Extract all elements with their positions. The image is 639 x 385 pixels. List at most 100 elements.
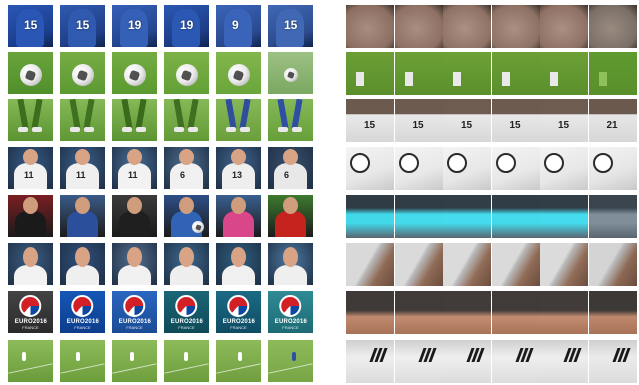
boot (278, 127, 288, 132)
left-tile-r6-c6 (268, 243, 313, 285)
left-tile-r1-c6: 15 (268, 5, 313, 47)
player-shirt (275, 211, 306, 237)
right-tile-r2-c1 (346, 52, 394, 95)
sock-stripe (404, 72, 413, 86)
right-tile-r3-c2: 15 (394, 99, 443, 142)
player-leg (291, 99, 303, 130)
left-tile-r3-c1 (8, 99, 53, 141)
crest-icon (398, 153, 419, 173)
boot (292, 127, 302, 132)
right-tile-r7-c6 (588, 291, 637, 334)
right-tile-r6-c5 (540, 243, 588, 286)
player-leg (187, 99, 199, 130)
player-leg (83, 99, 95, 130)
boot (18, 127, 28, 132)
left-tile-r4-c6: 6 (268, 147, 313, 189)
right-tile-r5-c5 (540, 195, 588, 238)
player-head (179, 197, 194, 214)
kit-number: 11 (24, 170, 34, 180)
football (19, 64, 42, 86)
logo-subtext: FRANCE (22, 325, 39, 331)
right-tile-r4-c3 (443, 147, 491, 190)
boot (174, 127, 184, 132)
left-tile-r2-c2 (60, 52, 105, 94)
player-leg (277, 99, 289, 130)
left-tile-r7-c4: EURO2016 FRANCE (164, 291, 209, 333)
logo-emblem-icon (19, 295, 42, 318)
player-head (127, 247, 142, 267)
pitch-line (216, 363, 261, 374)
kit-number: 11 (128, 170, 138, 180)
left-tile-r8-c6 (268, 340, 313, 382)
player-leg (173, 99, 185, 130)
right-tile-r3-c1: 15 (346, 99, 394, 142)
logo-emblem-icon (123, 295, 146, 318)
boot (188, 127, 198, 132)
player-head (127, 197, 142, 214)
right-tile-r1-c5 (540, 5, 588, 48)
left-tile-r5-c4 (164, 195, 209, 237)
left-tile-r1-c5: 9 (216, 5, 261, 47)
kit-number: 15 (24, 18, 38, 32)
right-tile-r8-c4 (491, 340, 540, 383)
player-head (231, 149, 246, 165)
kit-number: 6 (180, 170, 186, 180)
right-tile-r7-c3 (443, 291, 491, 334)
logo-subtext: FRANCE (74, 325, 91, 331)
player-shirt (67, 211, 98, 237)
pitch-line (164, 363, 209, 374)
player-head (283, 197, 298, 214)
right-tile-r1-c4 (491, 5, 540, 48)
right-tile-r5-c6 (588, 195, 637, 238)
distant-player (130, 352, 134, 361)
left-tile-r6-c3 (112, 243, 157, 285)
right-tile-r7-c2 (394, 291, 443, 334)
player-head (231, 197, 246, 214)
player-leg (225, 99, 237, 130)
player-head (75, 197, 90, 214)
boot (84, 127, 94, 132)
white-shirt (222, 265, 255, 285)
player-leg (17, 99, 29, 130)
right-tile-r3-c6: 21 (588, 99, 637, 142)
kit-number: 15 (558, 120, 570, 131)
left-tile-r3-c2 (60, 99, 105, 141)
left-tile-r2-c3 (112, 52, 157, 94)
left-tile-r8-c5 (216, 340, 261, 382)
left-tile-r5-c6 (268, 195, 313, 237)
right-tile-r4-c4 (491, 147, 540, 190)
player-shirt (223, 211, 254, 237)
euro2016-logo: EURO2016 FRANCE (171, 295, 203, 330)
right-tile-r8-c6 (588, 340, 637, 383)
player-leg (239, 99, 251, 130)
pitch-line (112, 363, 157, 374)
kit-number: 6 (284, 170, 290, 180)
right-tile-r8-c1 (346, 340, 394, 383)
left-tile-r4-c4: 6 (164, 147, 209, 189)
right-tile-r6-c6 (588, 243, 637, 286)
left-tile-r3-c5 (216, 99, 261, 141)
right-tile-r5-c4 (491, 195, 540, 238)
logo-emblem-icon (227, 295, 250, 318)
player-leg (69, 99, 81, 130)
logo-subtext: FRANCE (178, 325, 195, 331)
football (192, 221, 204, 233)
sock-stripe (453, 72, 461, 86)
kit-number: 19 (180, 18, 194, 32)
kit-number: 13 (232, 170, 243, 180)
player-head (231, 247, 246, 267)
player-head (75, 247, 90, 267)
left-tile-r3-c4 (164, 99, 209, 141)
player-head (23, 149, 38, 165)
distant-player (238, 352, 242, 361)
boot (32, 127, 42, 132)
kit-number: 15 (461, 120, 473, 131)
player-head (179, 247, 194, 267)
left-tile-r3-c3 (112, 99, 157, 141)
left-tile-r8-c1 (8, 340, 53, 382)
left-tile-r1-c3: 19 (112, 5, 157, 47)
left-tile-r4-c2: 11 (60, 147, 105, 189)
right-image-grid: 15 15 15 15 15 21 (346, 0, 639, 385)
logo-emblem-icon (175, 295, 198, 318)
left-tile-r2-c4 (164, 52, 209, 94)
